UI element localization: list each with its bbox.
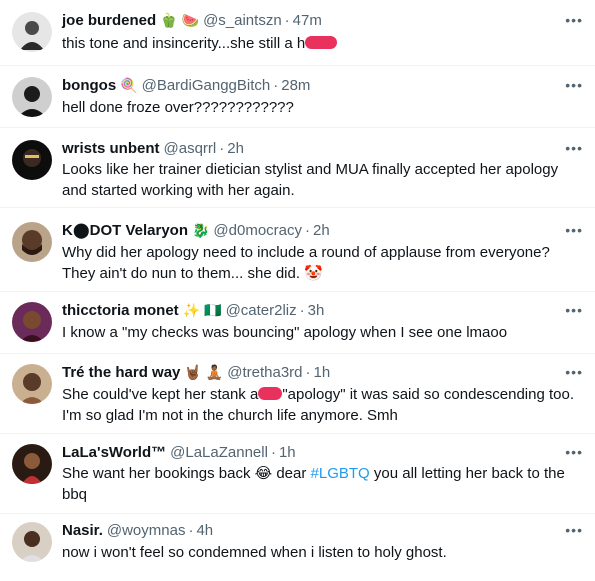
redaction-mark [258, 387, 283, 400]
more-options-icon[interactable]: ••• [565, 364, 583, 380]
lollipop-emoji: 🍭 [120, 77, 138, 93]
avatar[interactable] [12, 12, 52, 52]
redaction-mark [305, 36, 338, 49]
handle[interactable]: @s_aintszn [203, 12, 282, 29]
handle[interactable]: @cater2liz [226, 302, 297, 319]
more-options-icon[interactable]: ••• [565, 222, 583, 238]
dragon-emoji: 🐉 [191, 222, 210, 238]
pepper-emoji: 🫑 [160, 12, 178, 28]
separator: · [305, 363, 311, 381]
timestamp[interactable]: 28m [281, 77, 310, 94]
separator: · [299, 301, 305, 319]
tweet-text: hell done froze over???????????? [62, 97, 581, 118]
nigeria-flag-emoji: 🇳🇬 [204, 302, 222, 318]
meditation-emoji: 🧘🏾 [205, 364, 224, 380]
timestamp[interactable]: 1h [279, 444, 296, 461]
watermelon-emoji: 🍉 [181, 12, 200, 28]
tweet[interactable]: wrists unbent @asqrrl · 2h ••• Looks lik… [0, 128, 595, 208]
timestamp[interactable]: 2h [313, 222, 330, 239]
display-name[interactable]: Tré the hard way [62, 364, 180, 381]
tweet-text-content: this tone and insincerity...she still a … [62, 35, 306, 52]
tweet-text: She could've kept her stank a "apology" i… [62, 384, 581, 426]
handle[interactable]: @LaLaZannell [170, 444, 268, 461]
display-name[interactable]: LaLa'sWorld™ [62, 444, 166, 461]
hashtag-link[interactable]: #LGBTQ [311, 465, 370, 482]
separator: · [284, 11, 290, 29]
handle[interactable]: @BardiGanggBitch [142, 77, 271, 94]
tweet-text: I know a "my checks was bouncing" apolog… [62, 322, 581, 343]
avatar[interactable] [12, 140, 52, 180]
reply-feed: joe burdened 🫑 🍉 @s_aintszn · 47m ••• th… [0, 0, 595, 581]
tweet-text: She want her bookings back 😂 dear #LGBTQ… [62, 463, 581, 505]
avatar[interactable] [12, 444, 52, 484]
tweet-text-content: hell done froze over???????????? [62, 99, 294, 116]
separator: · [219, 139, 225, 157]
timestamp[interactable]: 3h [308, 302, 325, 319]
tweet-text-content: now i won't feel so condemned when i lis… [62, 544, 447, 561]
display-name[interactable]: wrists unbent [62, 140, 160, 157]
tweet[interactable]: K⬤DOT Velaryon 🐉 @d0mocracy · 2h ••• Why… [0, 208, 595, 292]
avatar[interactable] [12, 522, 52, 562]
tweet[interactable]: LaLa'sWorld™ @LaLaZannell · 1h ••• She w… [0, 434, 595, 514]
avatar[interactable] [12, 77, 52, 117]
display-name[interactable]: Nasir. [62, 522, 103, 539]
display-name[interactable]: joe burdened [62, 12, 156, 29]
tweet-text-part-1: She want her bookings back 😂 dear [62, 465, 311, 482]
handle[interactable]: @tretha3rd [227, 364, 302, 381]
handle[interactable]: @d0mocracy [213, 222, 302, 239]
tweet[interactable]: thicctoria monet ✨ 🇳🇬 @cater2liz · 3h ••… [0, 292, 595, 354]
tweet[interactable]: joe burdened 🫑 🍉 @s_aintszn · 47m ••• th… [0, 0, 595, 66]
tweet[interactable]: Tré the hard way 🤘🏾 🧘🏾 @tretha3rd · 1h •… [0, 354, 595, 434]
timestamp[interactable]: 4h [196, 522, 213, 539]
more-options-icon[interactable]: ••• [565, 522, 583, 538]
more-options-icon[interactable]: ••• [565, 444, 583, 460]
tweet-text-content: Looks like her trainer dietician stylist… [62, 161, 559, 199]
tweet-text: this tone and insincerity...she still a … [62, 33, 581, 54]
avatar[interactable] [12, 222, 52, 262]
tweet-text-part-1: She could've kept her stank a [62, 386, 259, 403]
display-name[interactable]: thicctoria monet [62, 302, 179, 319]
handle[interactable]: @asqrrl [164, 140, 217, 157]
avatar[interactable] [12, 302, 52, 342]
display-name[interactable]: K⬤DOT Velaryon [62, 221, 188, 239]
separator: · [188, 521, 194, 539]
more-options-icon[interactable]: ••• [565, 12, 583, 28]
more-options-icon[interactable]: ••• [565, 302, 583, 318]
more-options-icon[interactable]: ••• [565, 140, 583, 156]
handle[interactable]: @woymnas [107, 522, 186, 539]
display-name[interactable]: bongos [62, 77, 116, 94]
timestamp[interactable]: 1h [314, 364, 331, 381]
avatar[interactable] [12, 364, 52, 404]
tweet-text: Looks like her trainer dietician stylist… [62, 159, 581, 201]
tweet[interactable]: Nasir. @woymnas · 4h ••• now i won't fee… [0, 514, 595, 581]
timestamp[interactable]: 2h [227, 140, 244, 157]
tweet-text: Why did her apology need to include a ro… [62, 242, 581, 284]
timestamp[interactable]: 47m [293, 12, 322, 29]
sparkles-emoji: ✨ [182, 302, 201, 318]
separator: · [305, 221, 311, 239]
tweet-text-content: Why did her apology need to include a ro… [62, 244, 550, 282]
tweet-text: now i won't feel so condemned when i lis… [62, 542, 581, 563]
separator: · [270, 443, 276, 461]
rock-on-hand-emoji: 🤘🏾 [184, 364, 202, 380]
separator: · [273, 76, 279, 94]
more-options-icon[interactable]: ••• [565, 77, 583, 93]
tweet-text-content: I know a "my checks was bouncing" apolog… [62, 324, 508, 341]
tweet[interactable]: bongos 🍭 @BardiGanggBitch · 28m ••• hell… [0, 66, 595, 128]
